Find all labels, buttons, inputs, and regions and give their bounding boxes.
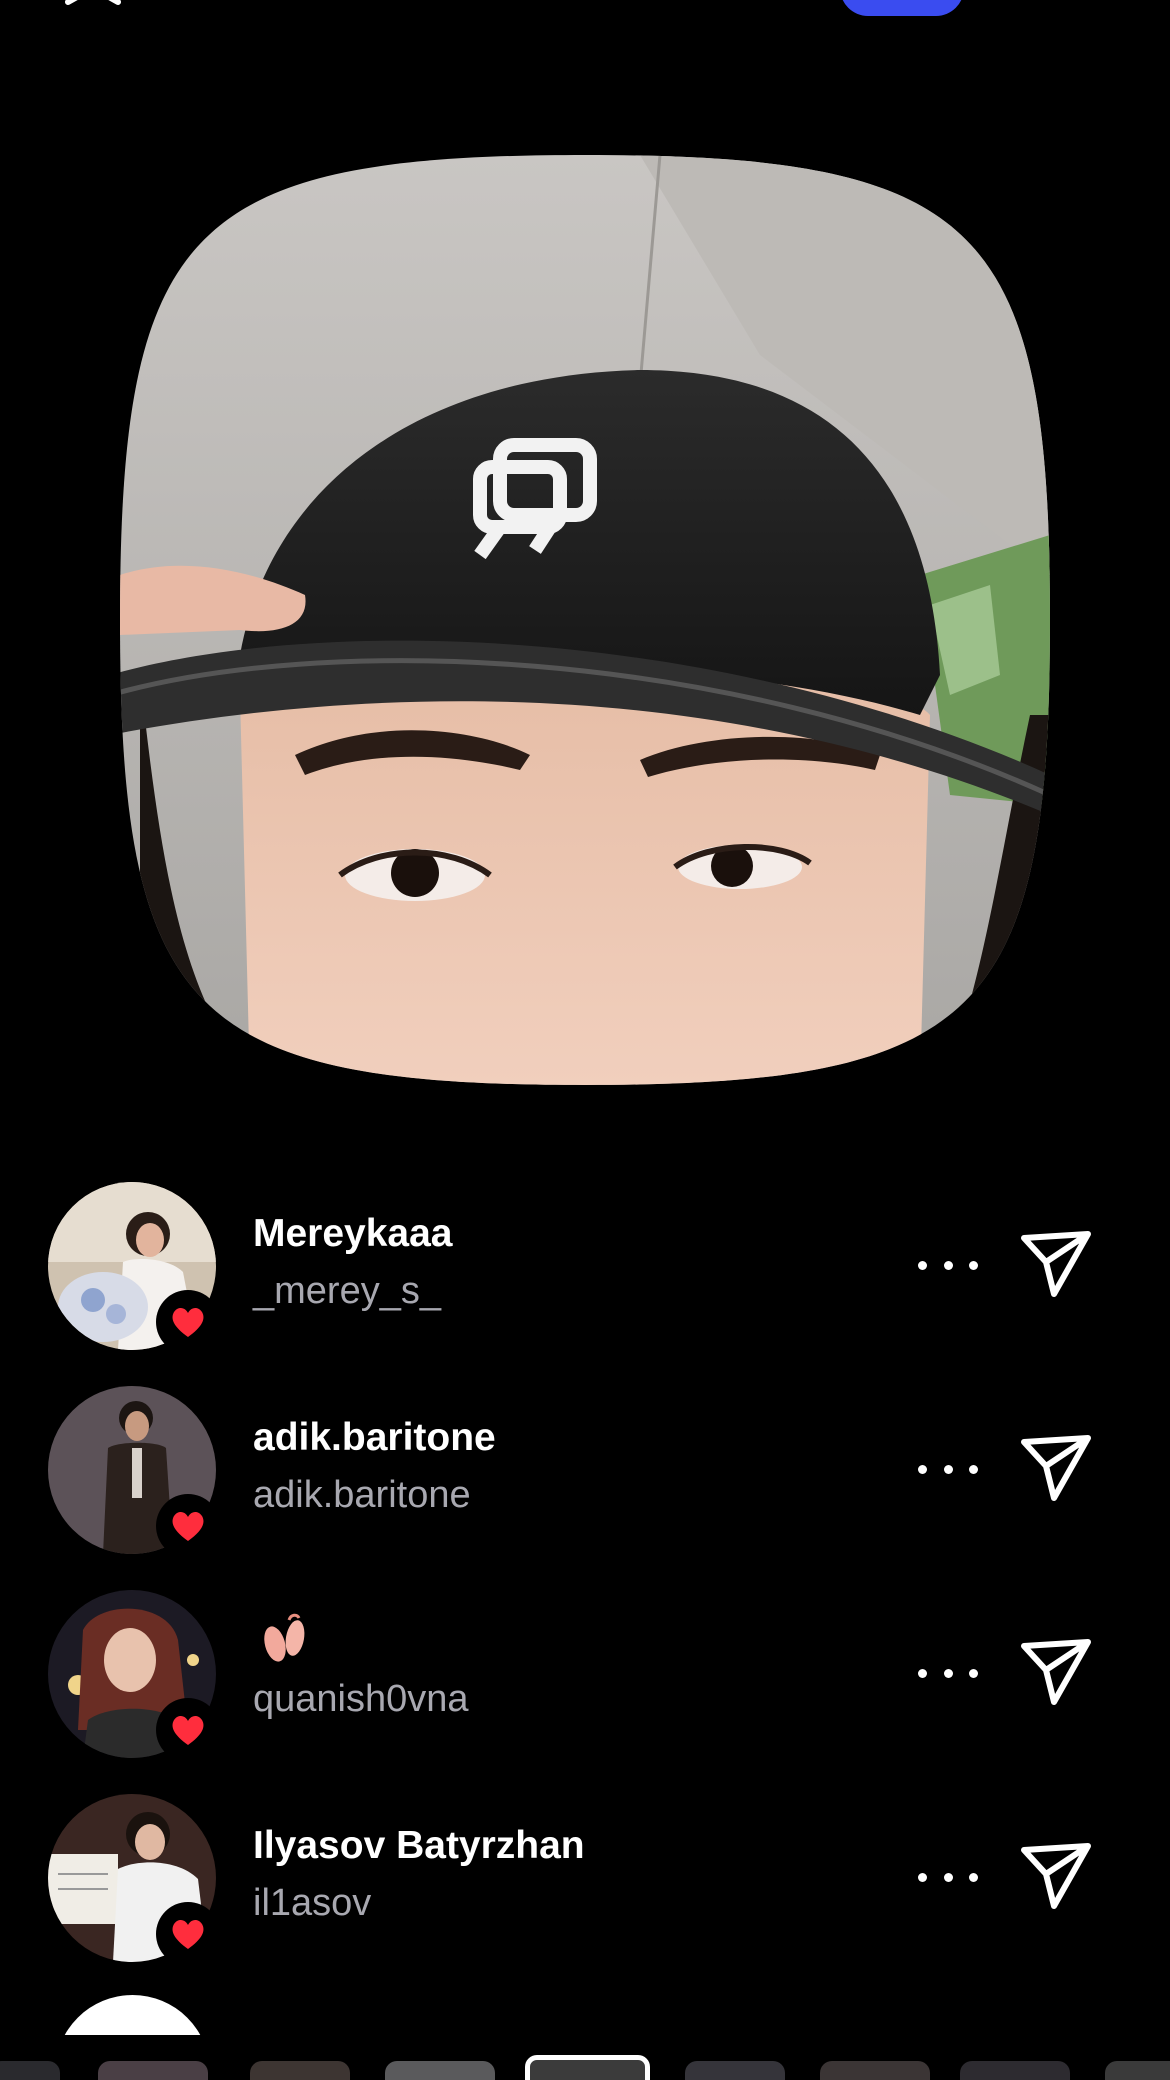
send-icon[interactable] [1018, 1430, 1094, 1506]
reaction-badge [156, 1698, 220, 1762]
list-item[interactable]: quanish0vna [0, 1590, 1170, 1762]
story-thumbnail[interactable] [0, 2061, 60, 2080]
send-icon[interactable] [1018, 1838, 1094, 1914]
viewer-handle: adik.baritone [253, 1474, 471, 1516]
more-options-button[interactable] [918, 1852, 978, 1902]
viewer-handle: _merey_s_ [253, 1270, 441, 1312]
heart-icon [172, 1715, 204, 1745]
heart-icon [172, 1919, 204, 1949]
more-options-button[interactable] [918, 1648, 978, 1698]
viewer-name: Mereykaaa [253, 1212, 453, 1255]
more-options-button[interactable] [918, 1240, 978, 1290]
story-thumbnail[interactable] [250, 2061, 350, 2080]
reaction-badge [156, 1290, 220, 1354]
close-icon[interactable] [62, 0, 132, 18]
heart-icon [172, 1307, 204, 1337]
viewer-name: adik.baritone [253, 1416, 496, 1459]
story-thumbnail[interactable] [385, 2061, 495, 2080]
story-thumbnail[interactable] [98, 2061, 208, 2080]
list-item[interactable]: adik.baritone adik.baritone [0, 1386, 1170, 1558]
selfie-photo [120, 155, 1050, 1085]
story-thumbnail[interactable] [960, 2061, 1070, 2080]
viewer-handle: quanish0vna [253, 1678, 469, 1720]
viewer-name: Ilyasov Batyrzhan [253, 1824, 585, 1867]
story-thumbnail-strip [0, 2055, 1170, 2080]
story-viewers-screen: Mereykaaa _merey_s_ adik.baritone adik.b… [0, 0, 1170, 2080]
story-thumbnail[interactable] [685, 2061, 785, 2080]
reaction-badge [156, 1494, 220, 1558]
story-photo [120, 155, 1050, 1085]
story-thumbnail[interactable] [820, 2061, 930, 2080]
send-icon[interactable] [1018, 1634, 1094, 1710]
list-item[interactable]: Ilyasov Batyrzhan il1asov [0, 1794, 1170, 1966]
send-icon[interactable] [1018, 1226, 1094, 1302]
heart-icon [172, 1511, 204, 1541]
share-button[interactable] [840, 0, 964, 16]
story-thumbnail-selected[interactable] [525, 2055, 650, 2080]
more-options-button[interactable] [918, 1444, 978, 1494]
list-item[interactable]: Mereykaaa _merey_s_ [0, 1182, 1170, 1354]
ballet-shoes-icon [264, 1613, 305, 1662]
viewer-handle: il1asov [253, 1882, 372, 1924]
reaction-badge [156, 1902, 220, 1966]
story-thumbnail[interactable] [1105, 2061, 1170, 2080]
